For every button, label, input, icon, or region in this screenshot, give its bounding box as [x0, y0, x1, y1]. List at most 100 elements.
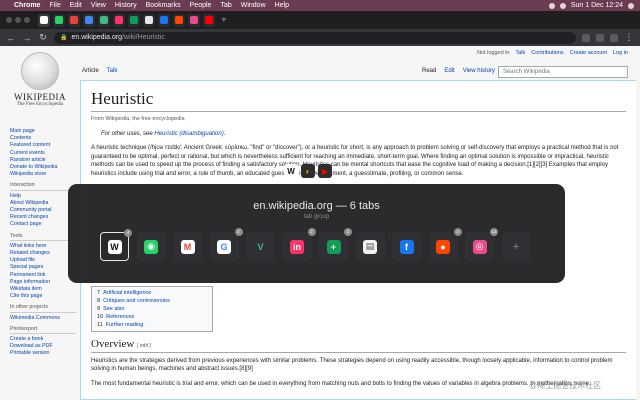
peek-tab[interactable]: W	[284, 164, 298, 178]
sidebar-main-link[interactable]: Wikipedia store	[10, 171, 76, 178]
menu-file[interactable]: File	[49, 2, 60, 9]
sidebar-print-link[interactable]: Printable version	[10, 350, 76, 357]
sidebar-tools-link[interactable]: Upload file	[10, 257, 76, 264]
reload-icon[interactable]: ↻	[38, 32, 48, 43]
toc-entry[interactable]: 7 Artificial intelligence	[97, 289, 207, 297]
toc-entry[interactable]: 10 References	[97, 313, 207, 321]
switcher-tile-invision[interactable]: in 2	[282, 228, 316, 261]
sidebar-print-link[interactable]: Create a book	[10, 336, 76, 343]
menu-help[interactable]: Help	[275, 2, 289, 9]
back-icon[interactable]: ←	[6, 33, 16, 43]
sidebar-other-link[interactable]: Wikimedia Commons	[10, 315, 76, 322]
menu-tab[interactable]: Tab	[220, 2, 231, 9]
browser-tab[interactable]	[98, 13, 110, 27]
menu-window[interactable]: Window	[241, 2, 266, 9]
close-window-icon[interactable]	[6, 17, 12, 23]
switcher-tile-google[interactable]: G2	[209, 228, 243, 261]
zoom-window-icon[interactable]	[24, 17, 30, 23]
switcher-tile-vue[interactable]: V	[246, 232, 275, 261]
switcher-tile-facebook[interactable]: f	[392, 232, 421, 261]
browser-tab[interactable]	[158, 13, 170, 27]
create-account-link[interactable]: Create account	[570, 50, 607, 56]
sidebar-main-link[interactable]: Main page	[10, 128, 76, 135]
wifi-icon[interactable]	[548, 2, 555, 9]
minimize-window-icon[interactable]	[15, 17, 21, 23]
sidebar-interaction-link[interactable]: Community portal	[10, 207, 76, 214]
switcher-tile-wikipedia[interactable]: W4	[100, 229, 132, 261]
forward-icon[interactable]: →	[22, 33, 32, 43]
browser-tab[interactable]	[203, 13, 215, 27]
personal-talk-link[interactable]: Talk	[515, 50, 525, 56]
sidebar-interaction-link[interactable]: Contact page	[10, 221, 76, 228]
switcher-tile-whatsapp[interactable]: ◉	[136, 232, 166, 261]
tab-edit[interactable]: Edit	[444, 68, 454, 74]
sidebar-tools-link[interactable]: Page information	[10, 279, 76, 286]
browser-tab[interactable]	[128, 13, 140, 27]
browser-tab[interactable]	[68, 13, 80, 27]
browser-tab[interactable]	[38, 13, 50, 27]
switcher-tile-reddit[interactable]: ● 3	[428, 228, 462, 261]
menu-kebab-icon[interactable]: ⋮	[624, 32, 634, 43]
sidebar-tools-link[interactable]: Cite this page	[10, 293, 76, 300]
switcher-tile-gmail[interactable]: M	[173, 232, 202, 261]
toc-entry[interactable]: 9 See also	[97, 305, 207, 313]
sidebar-print-link[interactable]: Download as PDF	[10, 343, 76, 350]
add-tab-tile[interactable]: +	[501, 232, 531, 261]
tab-talk[interactable]: Talk	[107, 68, 118, 74]
toc-link[interactable]: See also	[103, 306, 124, 312]
log-in-link[interactable]: Log in	[613, 50, 628, 56]
sidebar-tools-link[interactable]: Special pages	[10, 264, 76, 271]
toc-link[interactable]: Artificial intelligence	[103, 290, 151, 296]
menu-edit[interactable]: Edit	[70, 2, 82, 9]
menu-people[interactable]: People	[190, 2, 212, 9]
contributions-link[interactable]: Contributions	[531, 50, 563, 56]
sidebar-main-link[interactable]: Current events	[10, 150, 76, 157]
sidebar-interaction-link[interactable]: About Wikipedia	[10, 200, 76, 207]
peek-tab[interactable]: ◐	[301, 164, 315, 178]
browser-tab[interactable]	[143, 13, 155, 27]
sidebar-main-link[interactable]: Donate to Wikipedia	[10, 164, 76, 171]
toc-entry[interactable]: 11 Further reading	[97, 321, 207, 329]
sidebar-interaction-link[interactable]: Recent changes	[10, 214, 76, 221]
address-bar[interactable]: 🔒 en.wikipedia.org/wiki/Heuristic	[54, 31, 576, 44]
wikipedia-logo[interactable]: WIKIPEDIA The Free Encyclopedia	[10, 52, 70, 107]
tab-article[interactable]: Article	[82, 68, 99, 74]
menu-bookmarks[interactable]: Bookmarks	[146, 2, 181, 9]
clock[interactable]: Sun 1 Dec 12:24	[571, 2, 623, 9]
sidebar-tools-link[interactable]: What links here	[10, 243, 76, 250]
extension-icon[interactable]	[596, 33, 604, 42]
sidebar-interaction-link[interactable]: Help	[10, 193, 76, 200]
browser-tab[interactable]	[53, 13, 65, 27]
switcher-tile-sheets[interactable]: +2	[319, 228, 352, 261]
sidebar-tools-link[interactable]: Wikidata item	[10, 286, 76, 293]
toc-link[interactable]: References	[106, 314, 134, 320]
hatnote-link[interactable]: Heuristic (disambiguation)	[154, 131, 223, 137]
tab-read[interactable]: Read	[422, 68, 436, 74]
sidebar-main-link[interactable]: Random article	[10, 157, 76, 164]
toc-link[interactable]: Further reading	[106, 322, 144, 328]
toc-entry[interactable]: 8 Critiques and controversies	[97, 297, 207, 305]
browser-tab[interactable]	[188, 13, 200, 27]
menu-history[interactable]: History	[115, 2, 137, 9]
switcher-tile-calendar[interactable]: ▤	[355, 232, 385, 261]
section-edit-link[interactable]: [ edit ]	[137, 343, 151, 349]
sidebar-tools-link[interactable]: Related changes	[10, 250, 76, 257]
toc-link[interactable]: Critiques and controversies	[103, 298, 170, 304]
spotlight-icon[interactable]	[628, 2, 634, 9]
menu-chrome[interactable]: Chrome	[14, 2, 40, 9]
sidebar-tools-link[interactable]: Permanent link	[10, 272, 76, 279]
menu-view[interactable]: View	[91, 2, 106, 9]
wiki-search-input[interactable]: Search Wikipedia	[498, 66, 628, 78]
new-tab-icon[interactable]: +	[221, 15, 227, 26]
switcher-tile-dribbble[interactable]: ◎ 12	[465, 228, 498, 261]
sidebar-main-link[interactable]: Contents	[10, 135, 76, 142]
browser-tab[interactable]	[113, 13, 125, 27]
bookmark-star-icon[interactable]	[582, 33, 590, 42]
profile-avatar-icon[interactable]	[610, 33, 618, 42]
sidebar-main-link[interactable]: Featured content	[10, 142, 76, 149]
tab-view-history[interactable]: View history	[463, 68, 495, 74]
browser-tab[interactable]	[83, 13, 95, 27]
peek-tab[interactable]: ▶	[318, 164, 332, 178]
battery-icon[interactable]	[559, 2, 566, 9]
browser-tab[interactable]	[173, 13, 185, 27]
